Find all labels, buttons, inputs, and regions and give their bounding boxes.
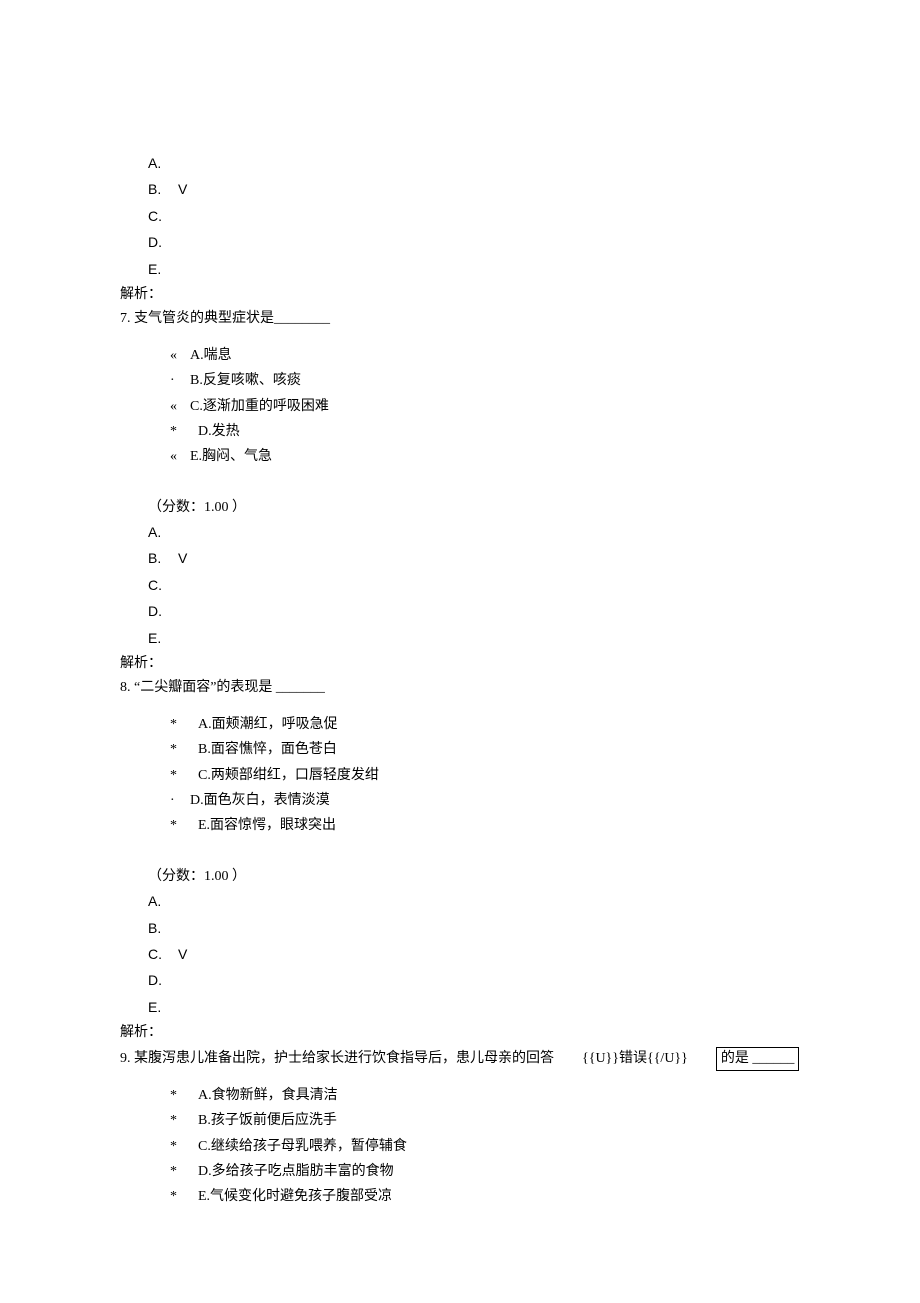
q8-answer-b: B. [120, 917, 800, 941]
q8-answer-e: E. [120, 996, 800, 1020]
prev-answer-e: E. [120, 258, 800, 282]
q9-option-b: *B.孩子饭前便后应洗手 [170, 1110, 800, 1132]
q7-option-e: «E.胸闷、气急 [170, 446, 800, 468]
q7-answer-a: A. [120, 521, 800, 545]
q9-option-e: *E.气候变化时避免孩子腹部受凉 [170, 1186, 800, 1208]
q9-stem: 9. 某腹泻患儿准备出院，护士给家长进行饮食指导后，患儿母亲的回答 {{U}}错… [120, 1047, 800, 1071]
q9-options: *A.食物新鲜，食具清洁 *B.孩子饭前便后应洗手 *C.继续给孩子母乳喂养，暂… [120, 1085, 800, 1209]
q8-option-d: ·D.面色灰白，表情淡漠 [170, 790, 800, 812]
prev-answer-a: A. [120, 152, 800, 176]
q9-option-a: *A.食物新鲜，食具清洁 [170, 1085, 800, 1107]
document-page: A. B.V C. D. E. 解析： 7. 支气管炎的典型症状是_______… [0, 0, 920, 1303]
q8-option-c: *C.两颊部绀红，口唇轻度发绀 [170, 765, 800, 787]
q7-options: «A.喘息 ·B.反复咳嗽、咳痰 «C.逐渐加重的呼吸困难 *D.发热 «E.胸… [120, 345, 800, 469]
prev-explain: 解析： [120, 284, 800, 306]
prev-answer-d: D. [120, 231, 800, 255]
prev-answer-b: B.V [120, 178, 800, 202]
q7-answer-e: E. [120, 627, 800, 651]
q7-answer-b: B.V [120, 547, 800, 571]
q7-score: （分数：1.00 ） [120, 497, 800, 519]
q9-option-c: *C.继续给孩子母乳喂养，暂停辅食 [170, 1136, 800, 1158]
q8-explain: 解析： [120, 1022, 800, 1044]
q8-answer-c: C.V [120, 943, 800, 967]
q7-option-b: ·B.反复咳嗽、咳痰 [170, 370, 800, 392]
q9-boxed-text: 的是 ______ [716, 1047, 800, 1071]
q8-options: *A.面颊潮红，呼吸急促 *B.面容憔悴，面色苍白 *C.两颊部绀红，口唇轻度发… [120, 714, 800, 838]
q9-markup-tag: {{U}}错误{{/U}} [582, 1048, 688, 1070]
q8-option-a: *A.面颊潮红，呼吸急促 [170, 714, 800, 736]
q7-option-c: «C.逐渐加重的呼吸困难 [170, 396, 800, 418]
q8-answer-d: D. [120, 969, 800, 993]
q7-stem: 7. 支气管炎的典型症状是________ [120, 308, 800, 330]
q8-stem: 8. “二尖瓣面容”的表现是 _______ [120, 677, 800, 699]
q8-option-e: *E.面容惊愕，眼球突出 [170, 815, 800, 837]
q8-score: （分数：1.00 ） [120, 866, 800, 888]
q8-answer-a: A. [120, 890, 800, 914]
q9-option-d: *D.多给孩子吃点脂肪丰富的食物 [170, 1161, 800, 1183]
q7-explain: 解析： [120, 653, 800, 675]
q7-answer-d: D. [120, 600, 800, 624]
q7-option-d: *D.发热 [170, 421, 800, 443]
q8-option-b: *B.面容憔悴，面色苍白 [170, 739, 800, 761]
q9-stem-text: 9. 某腹泻患儿准备出院，护士给家长进行饮食指导后，患儿母亲的回答 [120, 1048, 554, 1070]
q7-option-a: «A.喘息 [170, 345, 800, 367]
q7-answer-c: C. [120, 574, 800, 598]
prev-answer-c: C. [120, 205, 800, 229]
